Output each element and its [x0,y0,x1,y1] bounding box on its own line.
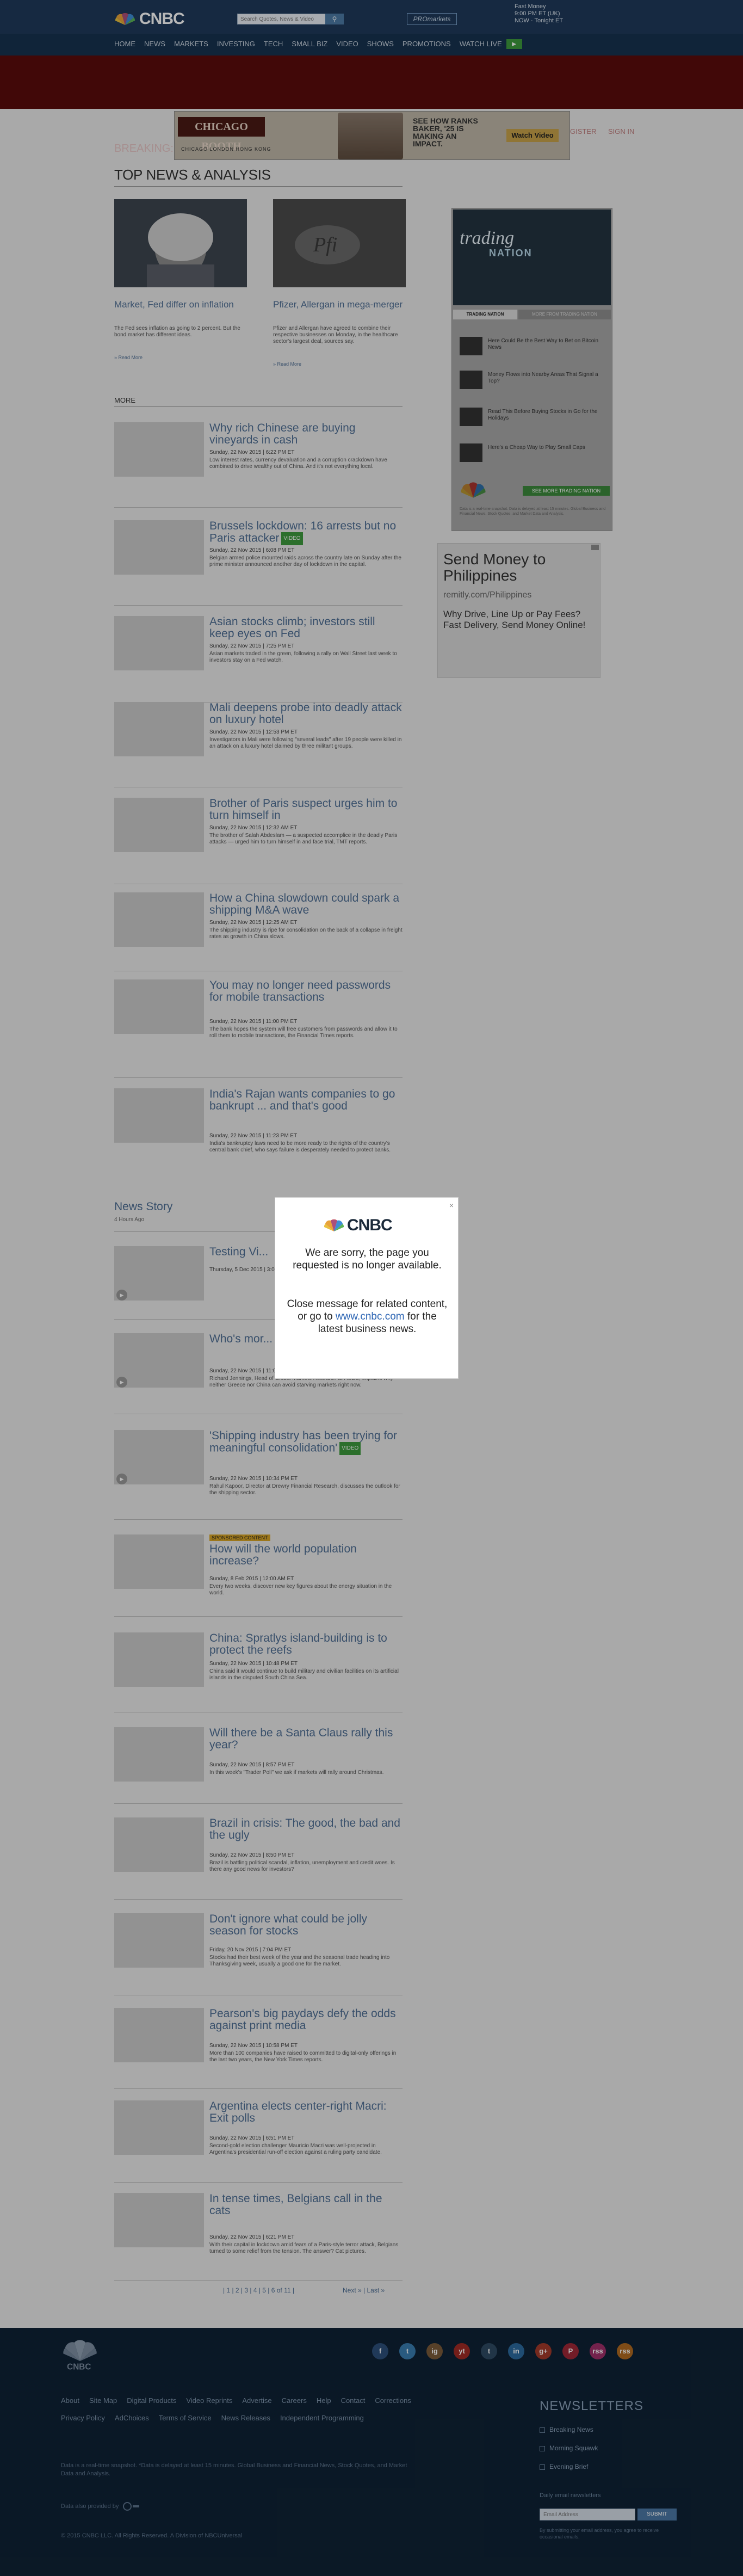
page-unavailable-modal: × CNBC We are sorry, the page you reques… [275,1197,459,1379]
modal-message-secondary: Close message for related content, or go… [286,1298,448,1335]
peacock-icon [324,1219,344,1231]
page: CNBC ⚲ PROmarkets Fast Money 9:00 PM ET … [0,0,743,2576]
close-icon[interactable]: × [449,1201,454,1210]
modal-cnbc-logo: CNBC [323,1216,393,1235]
cnbc-home-link[interactable]: www.cnbc.com [336,1311,405,1322]
modal-message: We are sorry, the page you requested is … [293,1247,442,1271]
modal-brand-wordmark: CNBC [347,1216,393,1234]
